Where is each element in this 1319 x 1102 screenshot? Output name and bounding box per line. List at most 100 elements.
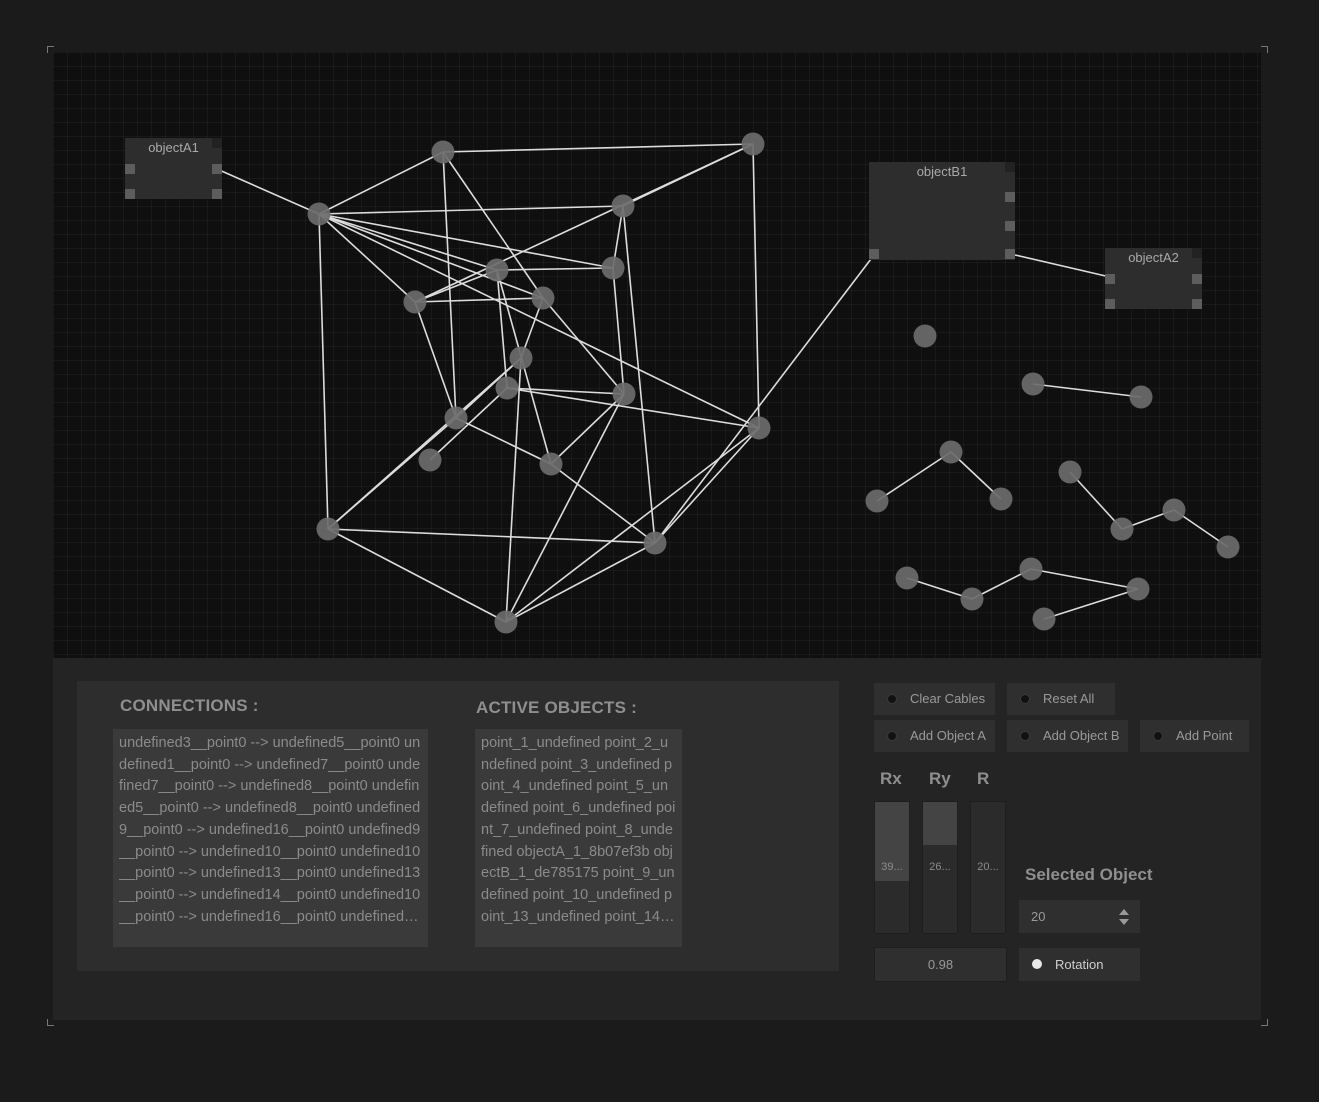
objectb1-node[interactable]: objectB1 bbox=[869, 162, 1015, 260]
point-handle[interactable] bbox=[1126, 577, 1150, 601]
cable[interactable] bbox=[327, 528, 507, 623]
cable[interactable] bbox=[654, 427, 760, 544]
objecta2-outlet-2[interactable] bbox=[1192, 299, 1202, 309]
point-handle[interactable] bbox=[989, 487, 1013, 511]
cable[interactable] bbox=[496, 267, 614, 271]
point-handle[interactable] bbox=[643, 531, 667, 555]
point-handle[interactable] bbox=[1019, 557, 1043, 581]
selected-object-stepper[interactable]: 20 bbox=[1019, 900, 1140, 933]
point-handle[interactable] bbox=[495, 376, 519, 400]
point-handle[interactable] bbox=[612, 382, 636, 406]
object-cable[interactable] bbox=[654, 254, 875, 544]
cable[interactable] bbox=[318, 213, 544, 299]
cable[interactable] bbox=[414, 269, 498, 303]
cable[interactable] bbox=[612, 267, 625, 395]
add-point-label: Add Point bbox=[1176, 728, 1233, 743]
objecta1-inlet-2[interactable] bbox=[125, 189, 135, 199]
cable[interactable] bbox=[318, 213, 416, 303]
objecta1-outlet-2[interactable] bbox=[212, 189, 222, 199]
point-handle[interactable] bbox=[611, 194, 635, 218]
point-handle[interactable] bbox=[509, 346, 533, 370]
add-object-a-button[interactable]: Add Object A bbox=[874, 720, 995, 752]
cable[interactable] bbox=[876, 451, 952, 502]
rotation-toggle[interactable]: Rotation bbox=[1019, 948, 1140, 981]
cable[interactable] bbox=[455, 417, 552, 465]
cable[interactable] bbox=[414, 297, 544, 303]
objectb1-outlet-2[interactable] bbox=[1005, 221, 1015, 231]
point-handle[interactable] bbox=[960, 587, 984, 611]
point-handle[interactable] bbox=[1021, 372, 1045, 396]
point-handle[interactable] bbox=[747, 416, 771, 440]
cable[interactable] bbox=[1043, 588, 1139, 620]
add-object-a-led-icon bbox=[887, 731, 897, 741]
cable[interactable] bbox=[318, 205, 624, 215]
point-handle[interactable] bbox=[444, 406, 468, 430]
point-handle[interactable] bbox=[531, 286, 555, 310]
add-object-a-label: Add Object A bbox=[910, 728, 986, 743]
cable[interactable] bbox=[1032, 383, 1142, 398]
objectb1-outlet-1[interactable] bbox=[1005, 192, 1015, 202]
clear-cables-label: Clear Cables bbox=[910, 691, 986, 706]
point-handle[interactable] bbox=[1032, 607, 1056, 631]
reset-all-button[interactable]: Reset All bbox=[1007, 683, 1115, 715]
cable[interactable] bbox=[327, 357, 522, 530]
cable[interactable] bbox=[1069, 471, 1123, 530]
add-point-button[interactable]: Add Point bbox=[1140, 720, 1249, 752]
point-handle[interactable] bbox=[1129, 385, 1153, 409]
objecta2-inlet-2[interactable] bbox=[1105, 299, 1115, 309]
point-handle[interactable] bbox=[418, 448, 442, 472]
rx-slider[interactable]: 39... bbox=[874, 801, 910, 934]
point-handle[interactable] bbox=[316, 517, 340, 541]
info-panel: CONNECTIONS : undefined3__point0 --> und… bbox=[77, 681, 839, 971]
point-handle[interactable] bbox=[494, 610, 518, 634]
point-handle[interactable] bbox=[539, 452, 563, 476]
cable[interactable] bbox=[505, 393, 625, 623]
point-handle[interactable] bbox=[307, 202, 331, 226]
add-object-b-button[interactable]: Add Object B bbox=[1007, 720, 1128, 752]
cable[interactable] bbox=[542, 297, 625, 395]
objecta1-outlet-1[interactable] bbox=[212, 164, 222, 174]
objectb1-outlet-3[interactable] bbox=[1005, 249, 1015, 259]
point-handle[interactable] bbox=[485, 258, 509, 282]
point-handle[interactable] bbox=[601, 256, 625, 280]
clear-cables-button[interactable]: Clear Cables bbox=[874, 683, 995, 715]
cable[interactable] bbox=[327, 528, 656, 544]
point-handle[interactable] bbox=[741, 132, 765, 156]
number-display-value: 0.98 bbox=[927, 957, 954, 972]
point-handle[interactable] bbox=[431, 140, 455, 164]
r-slider[interactable]: 20... bbox=[970, 801, 1006, 934]
objecta1-node[interactable]: objectA1 bbox=[125, 138, 222, 199]
cable[interactable] bbox=[414, 143, 754, 303]
objectb1-title: objectB1 bbox=[916, 164, 968, 179]
stepper-arrows-icon[interactable] bbox=[1118, 908, 1130, 926]
ry-slider[interactable]: 26... bbox=[922, 801, 958, 934]
cable[interactable] bbox=[442, 143, 754, 153]
object-cable[interactable] bbox=[216, 168, 320, 215]
patch-canvas[interactable]: objectA1 objectB1 objectA2 bbox=[53, 52, 1261, 658]
cable[interactable] bbox=[505, 542, 656, 623]
cable[interactable] bbox=[752, 143, 760, 429]
cable[interactable] bbox=[550, 393, 625, 465]
cable[interactable] bbox=[318, 213, 329, 530]
object-cable[interactable] bbox=[1014, 254, 1111, 278]
number-display[interactable]: 0.98 bbox=[874, 947, 1007, 982]
point-handle[interactable] bbox=[403, 290, 427, 314]
objecta1-inlet-1[interactable] bbox=[125, 164, 135, 174]
objecta2-inlet-1[interactable] bbox=[1105, 274, 1115, 284]
point-handle[interactable] bbox=[865, 489, 889, 513]
point-handle[interactable] bbox=[939, 440, 963, 464]
point-handle[interactable] bbox=[913, 324, 937, 348]
cable[interactable] bbox=[414, 301, 457, 419]
point-handle[interactable] bbox=[1216, 535, 1240, 559]
point-handle[interactable] bbox=[1162, 498, 1186, 522]
cable[interactable] bbox=[318, 151, 444, 215]
point-handle[interactable] bbox=[895, 566, 919, 590]
point-handle[interactable] bbox=[1058, 460, 1082, 484]
cable[interactable] bbox=[318, 213, 760, 429]
objecta2-node[interactable]: objectA2 bbox=[1105, 248, 1202, 309]
objectb1-inlet-1[interactable] bbox=[869, 249, 879, 259]
cable[interactable] bbox=[1030, 568, 1139, 590]
r-value: 20... bbox=[977, 861, 999, 873]
objecta2-outlet-1[interactable] bbox=[1192, 274, 1202, 284]
point-handle[interactable] bbox=[1110, 517, 1134, 541]
